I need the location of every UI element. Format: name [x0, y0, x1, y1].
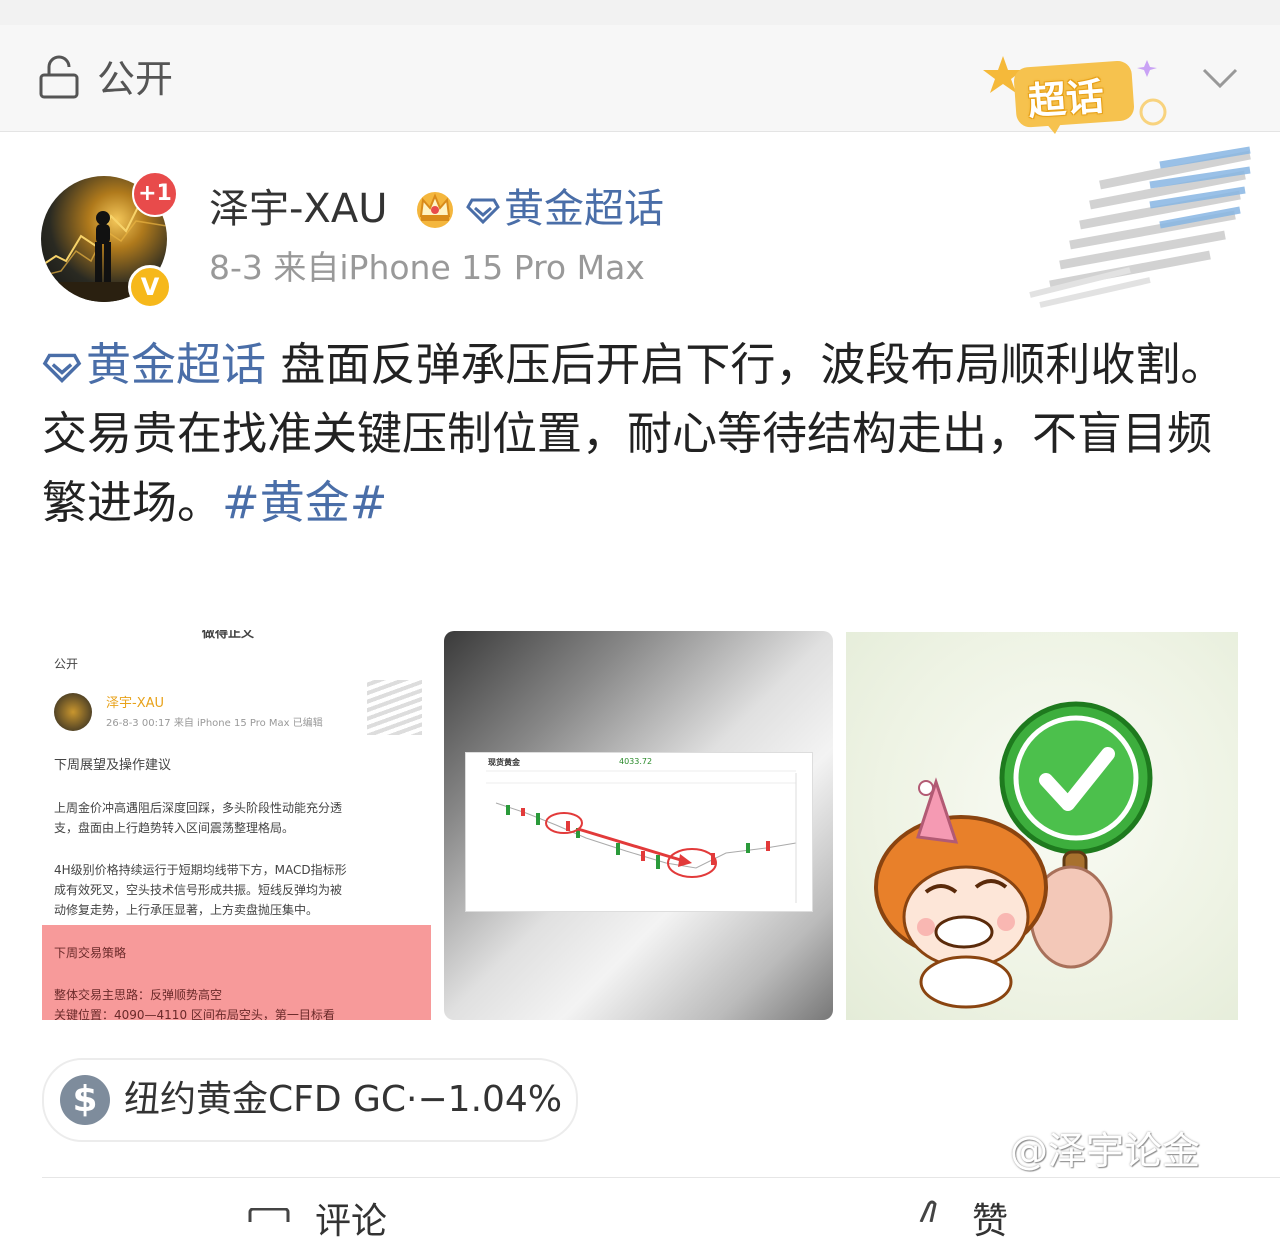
img2-chart-panel: 现货黄金 4033.72	[465, 752, 813, 912]
img1-p2a: 4H级别价格持续运行于短期均线带下方，MACD指标形	[54, 863, 347, 877]
img1-p2c: 动修复走势，上行承压显著，上方卖盘抛压集中。	[54, 903, 319, 917]
img1-meta: 26-8-3 00:17 来自 iPhone 15 Pro Max 已编辑	[106, 718, 323, 729]
chevron-down-icon[interactable]	[1200, 62, 1240, 92]
super-topic-badge[interactable]: 超话	[1026, 73, 1106, 124]
topic-link-label[interactable]: 黄金超话	[504, 186, 664, 232]
author-name[interactable]: 泽宇-XAU	[209, 185, 387, 233]
notification-badge: +1	[132, 171, 178, 217]
stock-name: 纽约黄金CFD GC	[124, 1079, 407, 1120]
stock-chip[interactable]: $ 纽约黄金CFD GC·−1.04%	[42, 1058, 578, 1142]
stock-text: 纽约黄金CFD GC·−1.04%	[124, 1074, 562, 1126]
img1-p4: 整体交易主思路：反弹顺势高空	[54, 988, 223, 1002]
img1-avatar	[54, 693, 92, 731]
img1-scribble	[367, 680, 422, 735]
post-line-2: 交易贵在找准关键压制位置，耐心等待结构走出，不盲目频繁进场。	[42, 407, 1213, 529]
post-hashtag[interactable]: #黄金#	[222, 476, 387, 529]
post-image-3[interactable]	[846, 632, 1238, 1020]
watermark: @泽宇论金	[1010, 1129, 1201, 1173]
dollar-icon: $	[60, 1075, 110, 1125]
img1-p2b: 成有效死叉，空头技术信号形成共振。短线反弹均为被	[54, 883, 343, 897]
verified-badge: V	[128, 265, 172, 309]
post-body: 黄金超话 盘面反弹承压后开启下行，波段布局顺利收割。 交易贵在找准关键压制位置，…	[42, 330, 1242, 537]
img1-visibility: 公开	[54, 657, 79, 671]
crown-icon	[417, 192, 453, 228]
img1-author: 泽宇-XAU	[106, 696, 165, 711]
visibility-label[interactable]: 公开	[97, 56, 173, 102]
post-meta: 8-3 来自iPhone 15 Pro Max	[209, 248, 645, 287]
img1-p1b: 支，盘面由上行趋势转入区间震荡整理格局。	[54, 821, 295, 835]
diamond-icon	[42, 353, 82, 383]
diamond-icon	[466, 198, 500, 225]
post-image-1[interactable]: 做得正义 公开 泽宇-XAU 26-8-3 00:17 来自 iPhone 15…	[42, 630, 431, 1020]
like-button[interactable]: 赞	[972, 1200, 1008, 1244]
stock-change: −1.04%	[417, 1079, 563, 1120]
img2-candles	[486, 770, 797, 903]
img1-heading: 下周展望及操作建议	[54, 758, 172, 773]
comment-icon[interactable]	[248, 1208, 290, 1222]
topic-link[interactable]: 黄金超话	[466, 185, 664, 233]
post-topic-tag[interactable]: 黄金超话	[42, 338, 266, 391]
img1-p3: 下周交易策略	[54, 946, 127, 960]
lock-icon	[39, 55, 79, 99]
divider	[42, 1177, 1280, 1178]
post-image-2[interactable]: 现货黄金 4033.72	[444, 631, 833, 1020]
decorative-scribble	[1029, 146, 1251, 308]
post-line-1: 盘面反弹承压后开启下行，波段布局顺利收割。	[266, 338, 1226, 391]
img1-top-title: 做得正义	[202, 630, 255, 641]
stock-separator: ·	[406, 1079, 418, 1120]
img1-p1a: 上周金价冲高遇阻后深度回踩，多头阶段性动能充分透	[54, 801, 343, 815]
img1-p5: 关键位置：4090—4110 区间布局空头，第一目标看	[54, 1008, 335, 1020]
comment-button[interactable]: 评论	[315, 1200, 387, 1244]
status-strip	[0, 0, 1280, 25]
post-topic-tag-label[interactable]: 黄金超话	[86, 338, 266, 391]
